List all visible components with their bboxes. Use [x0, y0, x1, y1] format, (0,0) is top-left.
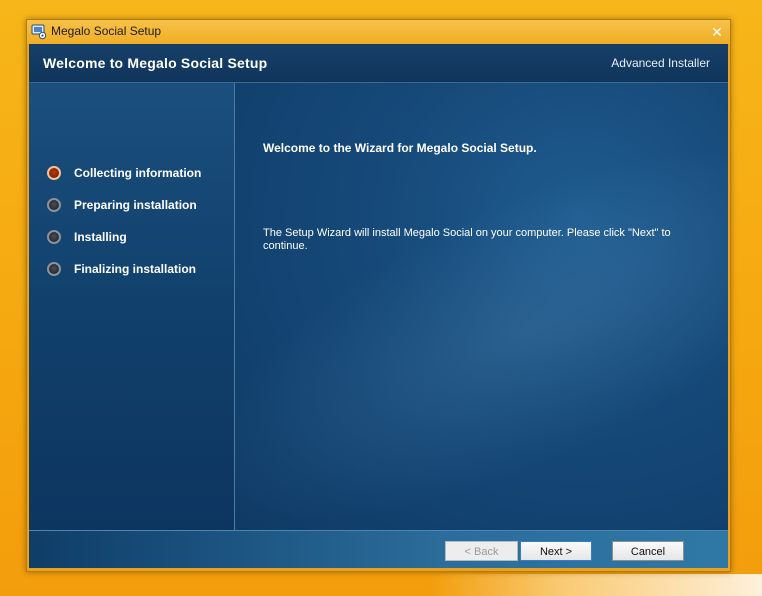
brand-label: Advanced Installer	[611, 56, 710, 70]
wizard-header: Welcome to Megalo Social Setup Advanced …	[29, 44, 728, 83]
step-label: Preparing installation	[74, 198, 197, 212]
gray-bullet-icon	[47, 262, 61, 276]
button-bar: < Back Next > Cancel	[29, 530, 728, 568]
wizard-content: Welcome to the Wizard for Megalo Social …	[235, 83, 728, 530]
step-finalizing-installation: Finalizing installation	[47, 260, 196, 278]
orange-bullet-icon	[47, 166, 61, 180]
title-bar[interactable]: Megalo Social Setup ✕	[27, 20, 730, 44]
gray-bullet-icon	[47, 230, 61, 244]
back-button[interactable]: < Back	[445, 541, 518, 561]
step-installing: Installing	[47, 228, 127, 246]
close-icon[interactable]: ✕	[708, 23, 726, 41]
page-title: Welcome to Megalo Social Setup	[43, 55, 268, 71]
next-button[interactable]: Next >	[520, 541, 592, 561]
step-label: Installing	[74, 230, 127, 244]
welcome-description: The Setup Wizard will install Megalo Soc…	[263, 227, 671, 252]
step-collecting-information: Collecting information	[47, 164, 201, 182]
step-label: Collecting information	[74, 166, 202, 180]
welcome-heading: Welcome to the Wizard for Megalo Social …	[263, 141, 537, 155]
window-title: Megalo Social Setup	[51, 24, 162, 38]
steps-sidebar: Collecting information Preparing install…	[29, 83, 235, 530]
gray-bullet-icon	[47, 198, 61, 212]
step-label: Finalizing installation	[74, 262, 197, 276]
step-preparing-installation: Preparing installation	[47, 196, 197, 214]
desktop-taskbar-edge	[430, 574, 762, 596]
cancel-button[interactable]: Cancel	[612, 541, 684, 561]
wizard-client-area: Welcome to Megalo Social Setup Advanced …	[29, 44, 728, 568]
monitor-gear-icon	[31, 24, 47, 40]
setup-window: Megalo Social Setup ✕ Welcome to Megalo …	[26, 19, 731, 572]
